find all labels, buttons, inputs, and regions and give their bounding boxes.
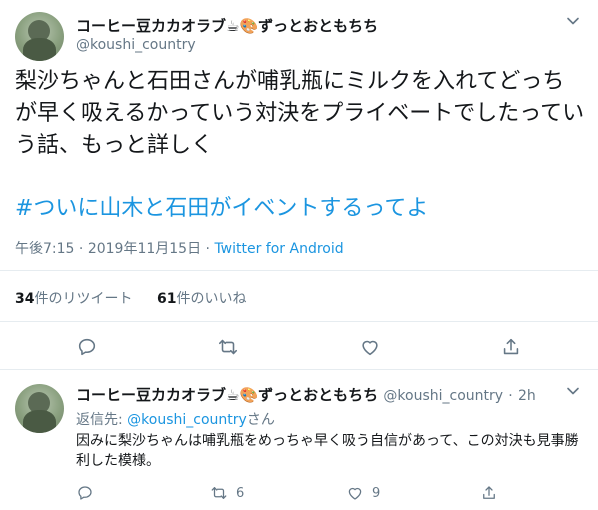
reply-retweet-count: 6 [236,485,245,501]
share-button[interactable] [500,336,522,358]
chevron-down-icon[interactable] [566,384,580,398]
retweet-count: 34 [15,291,35,307]
avatar[interactable] [15,12,64,61]
reply-to-mention[interactable]: @koushi_country [127,412,247,428]
reply-display-name[interactable]: コーヒー豆カカオラブ [76,386,226,404]
like-label: 件のいいね [176,291,247,307]
retweet-icon [211,487,227,499]
display-name-suffix[interactable]: ずっとおともちち [258,17,378,35]
tweet-text: 梨沙ちゃんと石田さんが哺乳瓶にミルクを入れてどっちが早く吸えるかっていう対決をプ… [15,69,585,158]
like-count: 61 [157,291,177,307]
reply-handle[interactable]: @koushi_country [383,388,503,404]
chevron-down-icon[interactable] [566,14,580,28]
reply-text: 因みに梨沙ちゃんは哺乳瓶をめっちゃ早く吸う自信があって、この対決も見事勝利した模… [76,433,579,469]
like-icon [348,487,362,500]
reply-age[interactable]: 2h [518,388,536,404]
display-name-text[interactable]: コーヒー豆カカオラブ [76,17,226,35]
like-stat[interactable]: 61件のいいね [157,288,246,308]
reply-actions: 6 9 [76,482,576,506]
reply-icon [78,486,92,500]
like-icon [362,340,378,356]
reply-retweet-button[interactable]: 6 [210,482,244,504]
reply-reply-button[interactable] [76,482,102,504]
source-app-link[interactable]: Twitter for Android [214,241,343,257]
reply-display-name-suffix[interactable]: ずっとおともちち [258,386,378,404]
like-button[interactable] [359,336,381,358]
meta-separator: · [205,241,210,257]
reply-author[interactable]: コーヒー豆カカオラブ☕🎨ずっとおともちち @koushi_country · 2… [76,384,536,405]
share-icon [503,338,519,355]
meta-separator: · [78,241,84,257]
reply-tweet[interactable]: コーヒー豆カカオラブ☕🎨ずっとおともちち @koushi_country · 2… [0,370,598,510]
reply-to-prefix: 返信先: [76,412,123,428]
tweet-time[interactable]: 午後7:15 [15,241,74,257]
name-emojis: ☕🎨 [226,17,259,35]
meta-separator: · [508,388,513,404]
reply-to: 返信先: @koushi_countryさん [76,409,275,429]
name-emojis: ☕🎨 [226,386,259,404]
share-icon [483,486,495,499]
reply-to-suffix: さん [246,412,275,428]
reply-button[interactable] [76,336,98,358]
retweet-stat[interactable]: 34件のリツイート [15,288,132,308]
avatar[interactable] [15,384,64,433]
user-handle[interactable]: @koushi_country [76,37,196,53]
tweet-meta: 午後7:15 · 2019年11月15日 · Twitter for Andro… [15,238,344,258]
reply-like-count: 9 [372,485,381,501]
retweet-icon [218,339,238,355]
tweet-actions [0,322,598,370]
reply-share-button[interactable] [480,482,506,504]
main-tweet: コーヒー豆カカオラブ☕🎨ずっとおともちち @koushi_country 梨沙ち… [0,0,598,370]
reply-icon [78,338,96,356]
retweet-label: 件のリツイート [34,291,133,307]
tweet-stats: 34件のリツイート 61件のいいね [0,270,598,322]
tweet-date[interactable]: 2019年11月15日 [88,241,201,257]
hashtag-link[interactable]: #ついに山木と石田がイベントするってよ [15,190,428,222]
retweet-button[interactable] [217,336,239,358]
reply-like-button[interactable]: 9 [346,482,380,504]
display-name[interactable]: コーヒー豆カカオラブ☕🎨ずっとおともちち [76,15,378,36]
